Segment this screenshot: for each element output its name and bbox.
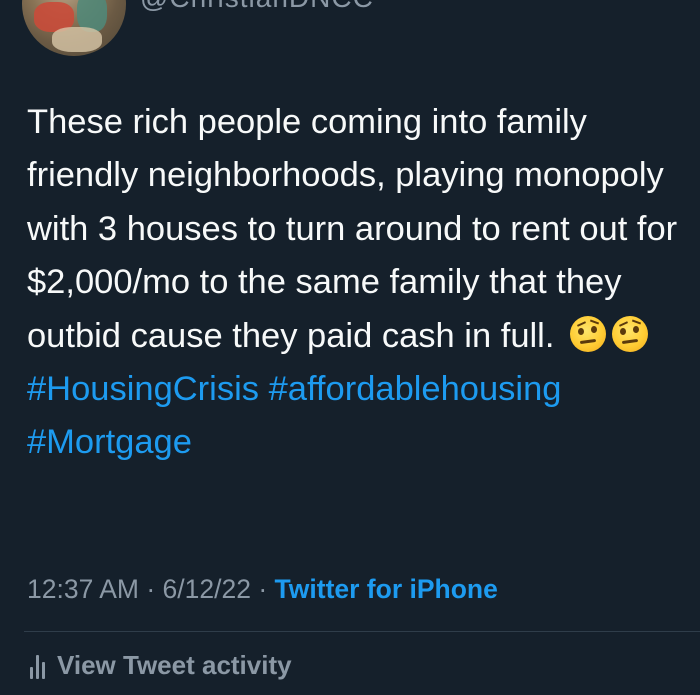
divider xyxy=(24,631,700,632)
face-with-raised-eyebrow-emoji xyxy=(570,315,607,352)
hashtag-mortgage[interactable]: #Mortgage xyxy=(27,423,192,461)
tweet-text: These rich people coming into family fri… xyxy=(27,96,695,470)
meta-separator: · xyxy=(146,574,156,604)
view-tweet-activity-label: View Tweet activity xyxy=(57,650,292,680)
tweet-date[interactable]: 6/12/22 xyxy=(163,574,251,604)
bar-chart-icon xyxy=(30,653,45,679)
tweet-source[interactable]: Twitter for iPhone xyxy=(275,574,498,604)
author-handle[interactable]: @ChristianDNCC xyxy=(140,0,374,14)
view-tweet-activity-button[interactable]: View Tweet activity xyxy=(30,650,292,681)
tweet-time[interactable]: 12:37 AM xyxy=(27,574,139,604)
face-with-raised-eyebrow-emoji xyxy=(612,315,649,352)
author-handle-container: @ChristianDNCC xyxy=(140,0,380,18)
hashtag-housingcrisis[interactable]: #HousingCrisis xyxy=(27,370,259,408)
author-avatar[interactable] xyxy=(22,0,126,56)
meta-separator: · xyxy=(258,574,268,604)
tweet-meta: 12:37 AM · 6/12/22 · Twitter for iPhone xyxy=(27,574,498,605)
hashtag-affordablehousing[interactable]: #affordablehousing xyxy=(269,370,562,408)
avatar-detail xyxy=(52,27,102,52)
